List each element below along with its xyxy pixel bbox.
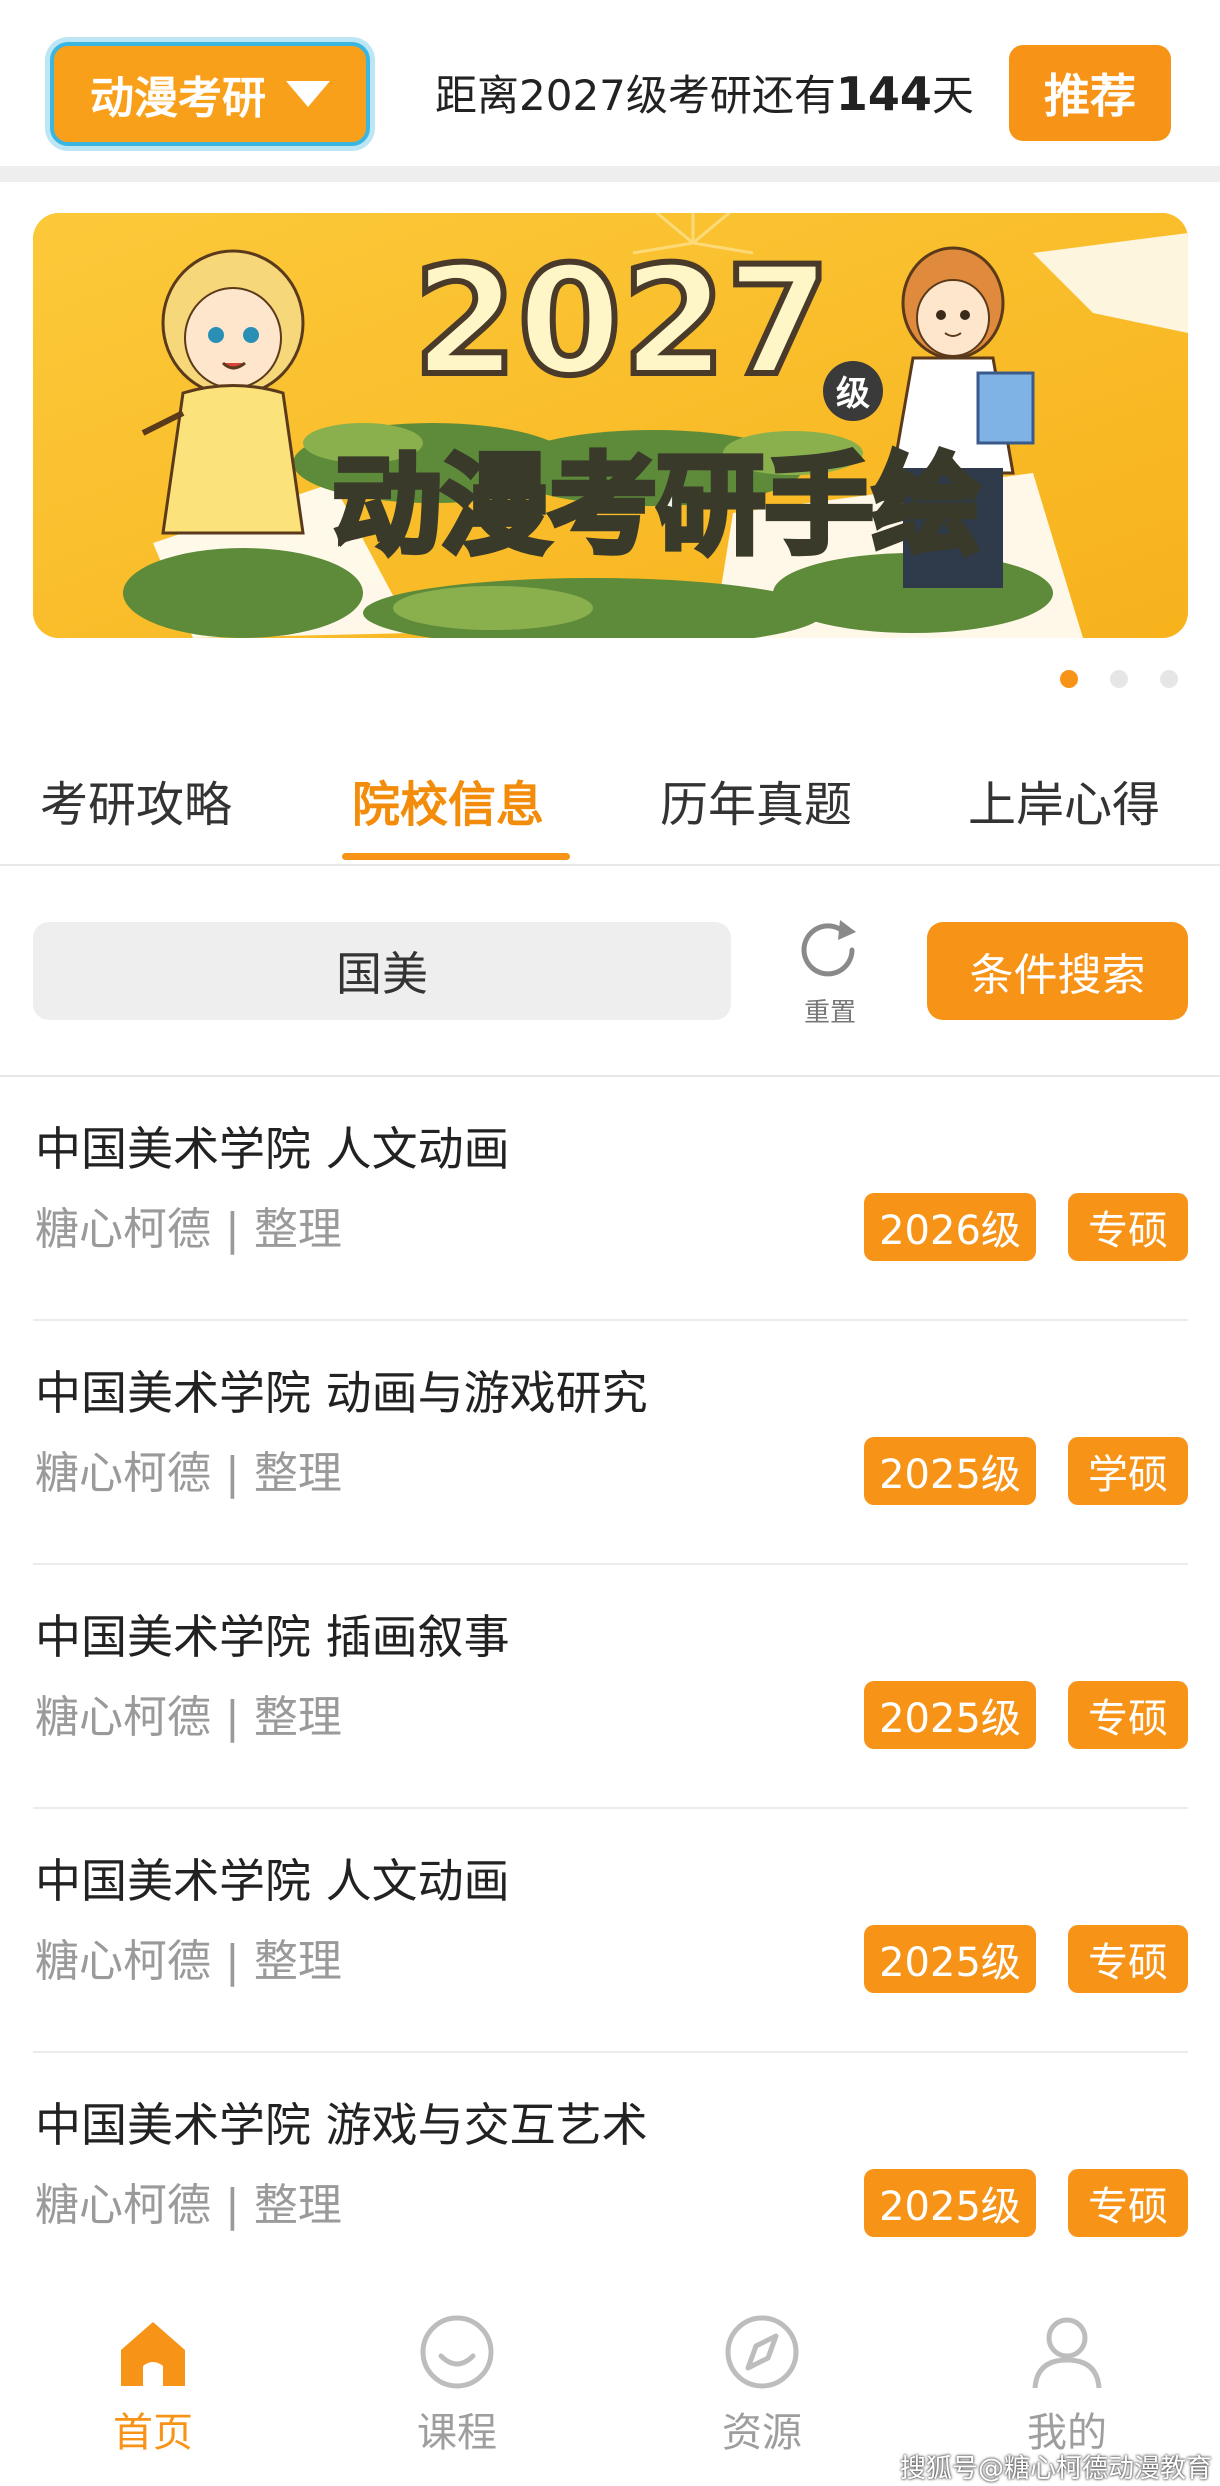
- degree-badge: 学硕: [1068, 1437, 1188, 1505]
- item-title: 中国美术学院 动画与游戏研究: [35, 1366, 648, 1420]
- item-title: 中国美术学院 插画叙事: [35, 1610, 510, 1664]
- dropdown-caret-icon: [286, 81, 330, 107]
- active-tab-indicator: [342, 853, 570, 860]
- item-meta: 糖心柯德 | 整理: [35, 1925, 342, 1989]
- carousel-indicator: [1060, 670, 1178, 688]
- recommend-button[interactable]: 推荐: [1009, 45, 1171, 141]
- watermark: 搜狐号@糖心柯德动漫教育: [900, 2454, 1213, 2484]
- nav-item-home[interactable]: 首页: [73, 2312, 233, 2462]
- item-separator: |: [225, 1448, 240, 1499]
- list-item[interactable]: 中国美术学院 人文动画 糖心柯德 | 整理 2026级 专硕: [0, 1077, 1220, 1321]
- condition-search-button[interactable]: 条件搜索: [927, 922, 1188, 1020]
- item-meta: 糖心柯德 | 整理: [35, 2169, 342, 2233]
- item-separator: |: [225, 1936, 240, 1987]
- item-title: 中国美术学院 人文动画: [35, 1854, 510, 1908]
- nav-label: 资源: [722, 2410, 802, 2456]
- item-meta: 糖心柯德 | 整理: [35, 1437, 342, 1501]
- tab-past-papers[interactable]: 历年真题: [660, 765, 852, 835]
- list-item[interactable]: 中国美术学院 人文动画 糖心柯德 | 整理 2025级 专硕: [0, 1809, 1220, 2053]
- app-switch-label: 动漫考研: [90, 73, 266, 124]
- item-note: 整理: [253, 1204, 342, 1255]
- year-badge: 2025级: [864, 1437, 1036, 1505]
- list-item[interactable]: 中国美术学院 游戏与交互艺术 糖心柯德 | 整理 2025级 专硕: [0, 2053, 1220, 2297]
- user-icon: [1032, 2317, 1102, 2389]
- home-icon: [121, 2322, 185, 2386]
- year-badge: 2026级: [864, 1193, 1036, 1261]
- carousel-dot-1[interactable]: [1060, 670, 1078, 688]
- item-separator: |: [225, 1204, 240, 1255]
- item-note: 整理: [253, 2180, 342, 2231]
- carousel-dot-2[interactable]: [1110, 670, 1128, 688]
- school-info-list: 中国美术学院 人文动画 糖心柯德 | 整理 2026级 专硕 中国美术学院 动画…: [0, 1077, 1220, 2297]
- nav-label: 课程: [417, 2410, 497, 2456]
- app-switch-dropdown[interactable]: 动漫考研: [50, 42, 370, 146]
- item-note: 整理: [253, 1936, 342, 1987]
- tabs-divider: [0, 864, 1220, 866]
- item-author: 糖心柯德: [35, 1692, 211, 1743]
- item-meta: 糖心柯德 | 整理: [35, 1681, 342, 1745]
- reset-label: 重置: [803, 998, 856, 1028]
- nav-label: 首页: [113, 2410, 193, 2456]
- year-badge: 2025级: [864, 1925, 1036, 1993]
- nav-item-courses[interactable]: 课程: [377, 2312, 537, 2462]
- banner-grade-text: 级: [836, 374, 870, 414]
- degree-badge: 专硕: [1068, 1193, 1188, 1261]
- nav-item-resources[interactable]: 资源: [682, 2312, 842, 2462]
- tab-school-info[interactable]: 院校信息: [352, 765, 544, 835]
- countdown-suffix: 天: [931, 71, 974, 120]
- header-divider: [0, 166, 1220, 182]
- year-badge: 2025级: [864, 2169, 1036, 2237]
- tab-success-stories[interactable]: 上岸心得: [968, 765, 1160, 835]
- tab-exam-guide[interactable]: 考研攻略: [40, 765, 232, 835]
- carousel-dot-3[interactable]: [1160, 670, 1178, 688]
- item-meta: 糖心柯德 | 整理: [35, 1193, 342, 1257]
- degree-badge: 专硕: [1068, 1681, 1188, 1749]
- category-tabs: 考研攻略 院校信息 历年真题 上岸心得: [0, 745, 1220, 865]
- degree-badge: 专硕: [1068, 1925, 1188, 1993]
- item-author: 糖心柯德: [35, 2180, 211, 2231]
- refresh-icon: [801, 920, 856, 977]
- nav-item-profile[interactable]: 我的: [987, 2312, 1147, 2462]
- item-author: 糖心柯德: [35, 1448, 211, 1499]
- banner-year-text: 2027: [413, 235, 830, 409]
- search-input[interactable]: 国美: [33, 922, 731, 1020]
- item-title: 中国美术学院 人文动画: [35, 1122, 510, 1176]
- reset-button[interactable]: 重置: [790, 912, 870, 1028]
- item-title: 中国美术学院 游戏与交互艺术: [35, 2098, 648, 2152]
- item-separator: |: [225, 1692, 240, 1743]
- item-separator: |: [225, 2180, 240, 2231]
- degree-badge: 专硕: [1068, 2169, 1188, 2237]
- compass-icon: [725, 2315, 799, 2389]
- item-author: 糖心柯德: [35, 1204, 211, 1255]
- smile-icon: [420, 2315, 494, 2389]
- banner-illustration: 2027 级 动漫考研手绘: [33, 213, 1188, 638]
- list-item[interactable]: 中国美术学院 动画与游戏研究 糖心柯德 | 整理 2025级 学硕: [0, 1321, 1220, 1565]
- list-item[interactable]: 中国美术学院 插画叙事 糖心柯德 | 整理 2025级 专硕: [0, 1565, 1220, 1809]
- item-author: 糖心柯德: [35, 1936, 211, 1987]
- year-badge: 2025级: [864, 1681, 1036, 1749]
- promo-banner[interactable]: 2027 级 动漫考研手绘: [33, 213, 1188, 638]
- countdown-days: 144: [835, 67, 932, 121]
- item-note: 整理: [253, 1448, 342, 1499]
- item-note: 整理: [253, 1692, 342, 1743]
- countdown-prefix: 距离2027级考研还有: [435, 71, 836, 120]
- exam-countdown: 距离2027级考研还有144天: [435, 62, 974, 126]
- header: 动漫考研 距离2027级考研还有144天 推荐: [0, 0, 1220, 166]
- banner-main-text: 动漫考研手绘: [333, 444, 981, 569]
